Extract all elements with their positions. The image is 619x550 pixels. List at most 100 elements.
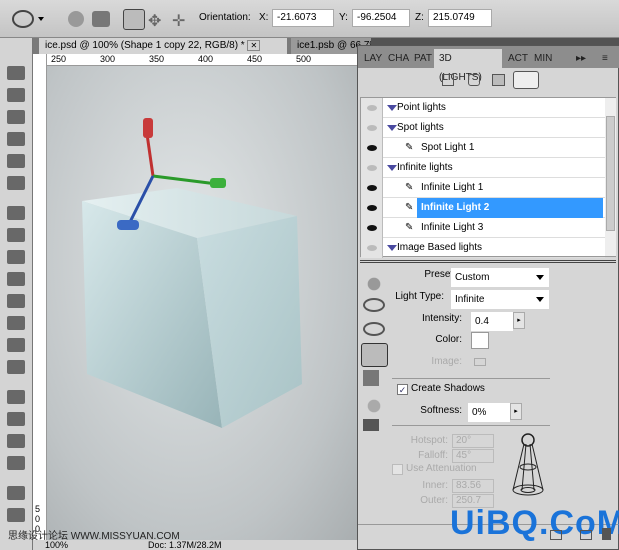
clone-stamp-tool-icon[interactable] <box>7 250 25 264</box>
trash-icon[interactable] <box>602 528 611 540</box>
eyedropper-tool-icon[interactable] <box>7 176 25 190</box>
3d-light-rotate-tool-icon[interactable] <box>12 10 34 28</box>
scene-filter-icon[interactable] <box>442 74 454 86</box>
outer-label: Outer: <box>420 495 448 506</box>
light-filter-icon[interactable] <box>513 71 539 89</box>
ice-cube-image <box>82 118 302 428</box>
eye-icon[interactable] <box>361 238 383 258</box>
scrollbar-thumb[interactable] <box>606 116 615 231</box>
list-item-spot-light-1[interactable]: ✎ Spot Light 1 <box>361 138 605 158</box>
tab-paths[interactable]: PAT <box>414 49 432 68</box>
move-to-view-icon[interactable] <box>363 419 379 431</box>
show-light-guides-icon[interactable] <box>363 396 385 416</box>
axis-x-handle[interactable] <box>152 174 218 186</box>
magic-wand-tool-icon[interactable] <box>7 132 25 146</box>
eraser-tool-icon[interactable] <box>7 294 25 308</box>
brush-tool-icon[interactable] <box>7 228 25 242</box>
3d-rotate-tool-icon[interactable] <box>7 486 25 500</box>
axis-x-tip[interactable] <box>210 178 226 188</box>
marquee-tool-icon[interactable] <box>7 88 25 102</box>
pan-light-tool-icon[interactable] <box>363 322 385 336</box>
expand-icon[interactable]: ▸▸ <box>576 49 586 68</box>
gradient-tool-icon[interactable] <box>7 316 25 330</box>
axis-z-tip[interactable] <box>117 220 139 230</box>
expand-triangle-icon[interactable] <box>387 165 397 171</box>
eye-icon[interactable] <box>361 158 383 178</box>
axis-y-handle[interactable] <box>145 133 155 177</box>
eye-icon[interactable] <box>361 138 383 158</box>
vertical-ruler: 5 0 0 <box>33 54 47 540</box>
spot-light-icon: ✎ <box>405 142 414 153</box>
move-tool-icon[interactable] <box>7 66 25 80</box>
dodge-tool-icon[interactable] <box>7 360 25 374</box>
preset-value: Custom <box>455 272 490 283</box>
divider <box>392 378 550 379</box>
chevron-down-icon[interactable] <box>38 17 44 21</box>
eye-icon[interactable] <box>361 198 383 218</box>
tab-mini-bridge[interactable]: MIN <box>534 49 552 68</box>
list-item-spot-lights[interactable]: Spot lights <box>361 118 605 138</box>
type-tool-icon[interactable] <box>7 412 25 426</box>
crop-tool-icon[interactable] <box>7 154 25 168</box>
close-icon[interactable]: ✕ <box>247 40 261 51</box>
list-item-point-lights[interactable]: Point lights <box>361 98 605 118</box>
panel-splitter[interactable] <box>360 260 616 263</box>
list-item-infinite-lights[interactable]: Infinite lights <box>361 158 605 178</box>
eye-icon[interactable] <box>361 178 383 198</box>
orientation-label: Orientation: <box>199 12 251 23</box>
intensity-input[interactable]: 0.4 <box>471 312 513 331</box>
doc-tab-active[interactable]: ice.psd @ 100% (Shape 1 copy 22, RGB/8) … <box>39 38 287 54</box>
orientation-x-input[interactable]: -21.6073 <box>272 9 334 27</box>
history-brush-tool-icon[interactable] <box>7 272 25 286</box>
healing-brush-tool-icon[interactable] <box>7 206 25 220</box>
rotate-light-icon[interactable] <box>123 9 145 30</box>
material-filter-icon[interactable] <box>492 74 505 86</box>
panel-menu-icon[interactable]: ≡ <box>602 49 608 68</box>
pen-tool-icon[interactable] <box>7 390 25 404</box>
tab-channels[interactable]: CHA <box>388 49 409 68</box>
render-settings-icon[interactable] <box>550 530 562 540</box>
expand-triangle-icon[interactable] <box>387 125 397 131</box>
intensity-slider-arrow-icon[interactable]: ▸ <box>513 312 525 329</box>
document-tabs: ice.psd @ 100% (Shape 1 copy 22, RGB/8) … <box>33 38 371 54</box>
camera-light-icon[interactable] <box>92 11 110 27</box>
3d-camera-tool-icon[interactable] <box>7 508 25 522</box>
list-item-infinite-light-3[interactable]: ✎ Infinite Light 3 <box>361 218 605 238</box>
path-selection-tool-icon[interactable] <box>7 434 25 448</box>
lasso-tool-icon[interactable] <box>7 110 25 124</box>
eye-icon[interactable] <box>361 98 383 118</box>
orientation-z-input[interactable]: 215.0749 <box>428 9 492 27</box>
light-color-swatch[interactable] <box>471 332 489 349</box>
light-to-origin-icon[interactable] <box>363 370 379 386</box>
light-label-selected: Infinite Light 2 <box>417 198 603 218</box>
light-position-icon[interactable] <box>68 11 84 27</box>
zoom-level[interactable]: 100% <box>45 540 68 550</box>
eye-icon[interactable] <box>361 218 383 238</box>
light-type-dropdown[interactable]: Infinite <box>451 290 549 309</box>
list-item-infinite-light-2[interactable]: ✎ Infinite Light 2 <box>361 198 605 218</box>
softness-slider-arrow-icon[interactable]: ▸ <box>510 403 522 420</box>
list-scrollbar[interactable] <box>605 98 616 256</box>
preset-dropdown[interactable]: Custom <box>451 268 549 287</box>
slide-light-icon[interactable]: ✛ <box>172 11 185 31</box>
orientation-y-input[interactable]: -96.2504 <box>352 9 410 27</box>
blur-tool-icon[interactable] <box>7 338 25 352</box>
ruler-tick: 250 <box>51 54 67 64</box>
create-shadows-checkbox[interactable]: ✓ <box>397 384 408 395</box>
new-layer-icon[interactable] <box>580 530 592 540</box>
axis-y-tip[interactable] <box>143 118 153 138</box>
eye-icon[interactable] <box>361 118 383 138</box>
tab-layers[interactable]: LAY <box>364 49 382 68</box>
list-item-image-based-lights[interactable]: Image Based lights <box>361 238 605 258</box>
document-canvas[interactable] <box>47 66 357 540</box>
expand-triangle-icon[interactable] <box>387 105 397 111</box>
expand-triangle-icon[interactable] <box>387 245 397 251</box>
orient-light-tool-icon[interactable] <box>361 343 388 367</box>
mesh-filter-icon[interactable] <box>468 74 480 86</box>
tab-3d-lights[interactable]: 3D (LIGHTS) <box>434 49 502 83</box>
softness-input[interactable]: 0% <box>468 403 510 422</box>
shape-tool-icon[interactable] <box>7 456 25 470</box>
tab-actions[interactable]: ACT <box>508 49 528 68</box>
list-item-infinite-light-1[interactable]: ✎ Infinite Light 1 <box>361 178 605 198</box>
move-light-icon[interactable]: ✥ <box>148 11 161 31</box>
